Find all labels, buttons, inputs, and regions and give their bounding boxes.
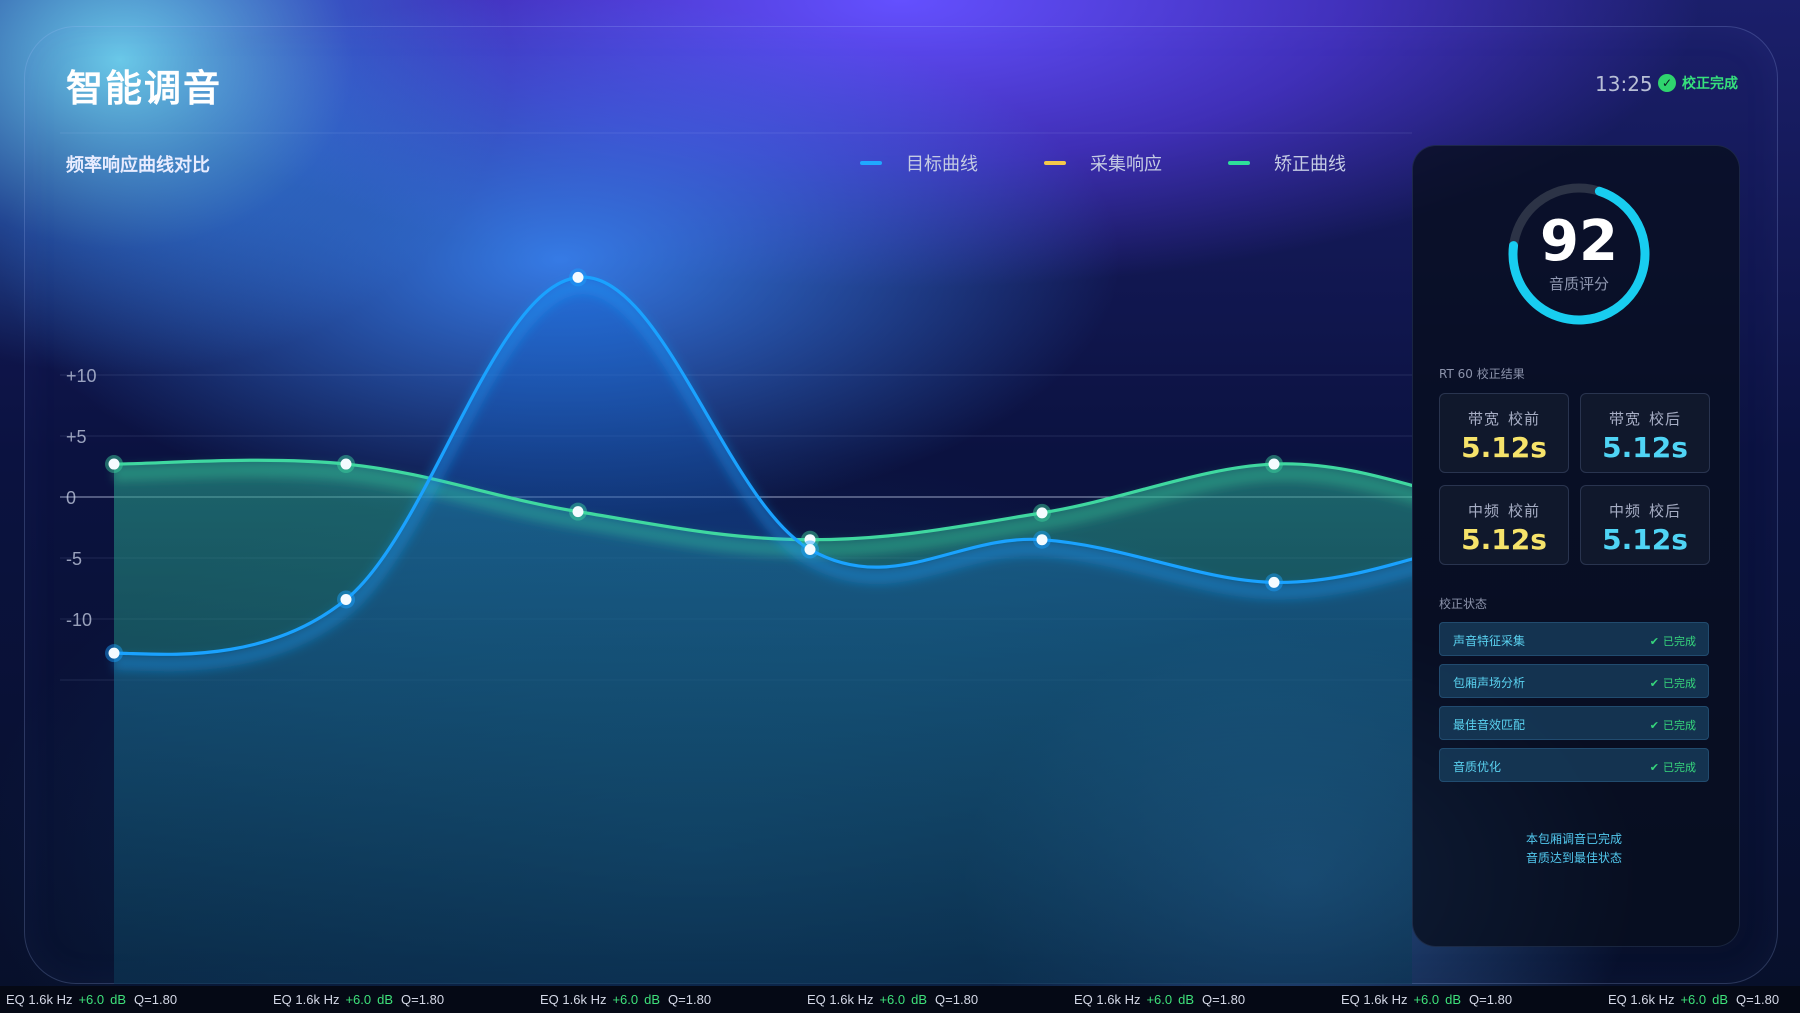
card-value: 5.12s xyxy=(1602,523,1688,556)
tuning-screen: 智能调音 13:25 ✓ 校正完成 频率响应曲线对比 目标曲线 采集响应 矫正曲… xyxy=(0,0,1800,1013)
ticker-q: Q=1.80 xyxy=(668,992,712,1007)
data-point xyxy=(340,458,352,470)
ticker-unit: dB xyxy=(1445,992,1462,1007)
ticker-eq: EQ 1.6k Hz xyxy=(6,992,73,1007)
ticker-item: EQ 1.6k Hz +6.0 dB Q=1.80 xyxy=(1341,992,1512,1007)
step-label: 声音特征采集 xyxy=(1453,634,1526,648)
check-icon: ✔ xyxy=(1649,760,1659,774)
completion-line-1: 本包厢调音已完成 xyxy=(1525,832,1622,846)
ticker-item: EQ 1.6k Hz +6.0 dB Q=1.80 xyxy=(540,992,711,1007)
step-label: 最佳音效匹配 xyxy=(1453,718,1526,732)
step-room-analysis[interactable]: 包厢声场分析 ✔ 已完成 xyxy=(1439,664,1709,698)
y-tick-label: -10 xyxy=(66,610,92,630)
data-point xyxy=(108,458,120,470)
step-label: 音质优化 xyxy=(1453,760,1502,774)
ticker-unit: dB xyxy=(377,992,394,1007)
data-point xyxy=(572,506,584,518)
data-point xyxy=(108,647,120,659)
check-icon: ✔ xyxy=(1649,634,1659,648)
ticker-gain: +6.0 xyxy=(612,992,639,1007)
ticker-unit: dB xyxy=(644,992,661,1007)
rt60-card-mid-before: 中频 校前 5.12s xyxy=(1439,485,1569,565)
calibration-title: 校正状态 xyxy=(1439,597,1488,611)
y-tick-label: 0 xyxy=(66,488,76,508)
rt60-title: RT 60 校正结果 xyxy=(1439,367,1525,381)
ticker-eq: EQ 1.6k Hz xyxy=(1074,992,1141,1007)
ticker-item: EQ 1.6k Hz +6.0 dB Q=1.80 xyxy=(1608,992,1779,1007)
card-value: 5.12s xyxy=(1461,431,1547,464)
step-quality-optimize[interactable]: 音质优化 ✔ 已完成 xyxy=(1439,748,1709,782)
ticker-gain: +6.0 xyxy=(78,992,105,1007)
card-label: 带宽 校后 xyxy=(1608,410,1682,428)
ticker-item: EQ 1.6k Hz +6.0 dB Q=1.80 xyxy=(6,992,177,1007)
card-label: 中频 校后 xyxy=(1608,502,1682,520)
data-point xyxy=(1268,576,1280,588)
ticker-gain: +6.0 xyxy=(1680,992,1707,1007)
result-panel: 92 音质评分 RT 60 校正结果 带宽 校前 5.12s 带宽 校后 5.12s… xyxy=(1412,145,1740,947)
step-status: ✔ 已完成 xyxy=(1649,676,1696,691)
ticker-eq: EQ 1.6k Hz xyxy=(1608,992,1675,1007)
step-label: 包厢声场分析 xyxy=(1453,676,1526,690)
ticker-q: Q=1.80 xyxy=(401,992,445,1007)
ticker-unit: dB xyxy=(110,992,127,1007)
step-status: ✔ 已完成 xyxy=(1649,760,1696,775)
data-point xyxy=(1268,458,1280,470)
eq-ticker: EQ 1.6k Hz +6.0 dB Q=1.80 EQ 1.6k Hz +6.0 dB Q=… xyxy=(0,986,1800,1013)
card-value: 5.12s xyxy=(1602,431,1688,464)
ticker-gain: +6.0 xyxy=(345,992,372,1007)
card-label: 带宽 校前 xyxy=(1467,410,1541,428)
ticker-q: Q=1.80 xyxy=(1469,992,1513,1007)
ticker-item: EQ 1.6k Hz +6.0 dB Q=1.80 xyxy=(273,992,444,1007)
completion-message: 本包厢调音已完成 音质达到最佳状态 xyxy=(1439,830,1709,868)
y-tick-label: +5 xyxy=(66,427,87,447)
data-point xyxy=(1036,507,1048,519)
data-point xyxy=(1036,534,1048,546)
step-status: ✔ 已完成 xyxy=(1649,718,1696,733)
ticker-gain: +6.0 xyxy=(879,992,906,1007)
data-point xyxy=(572,271,584,283)
ticker-q: Q=1.80 xyxy=(134,992,178,1007)
ticker-gain: +6.0 xyxy=(1146,992,1173,1007)
step-effect-match[interactable]: 最佳音效匹配 ✔ 已完成 xyxy=(1439,706,1709,740)
ticker-eq: EQ 1.6k Hz xyxy=(273,992,340,1007)
ticker-gain: +6.0 xyxy=(1413,992,1440,1007)
y-tick-label: +10 xyxy=(66,366,97,386)
ticker-eq: EQ 1.6k Hz xyxy=(540,992,607,1007)
ticker-q: Q=1.80 xyxy=(935,992,979,1007)
ticker-unit: dB xyxy=(911,992,928,1007)
ticker-item: EQ 1.6k Hz +6.0 dB Q=1.80 xyxy=(807,992,978,1007)
rt60-card-bandwidth-after: 带宽 校后 5.12s xyxy=(1580,393,1710,473)
rt60-card-mid-after: 中频 校后 5.12s xyxy=(1580,485,1710,565)
completion-line-2: 音质达到最佳状态 xyxy=(1525,851,1622,865)
card-value: 5.12s xyxy=(1461,523,1547,556)
data-point xyxy=(340,593,352,605)
ticker-q: Q=1.80 xyxy=(1736,992,1780,1007)
step-status: ✔ 已完成 xyxy=(1649,634,1696,649)
ticker-q: Q=1.80 xyxy=(1202,992,1246,1007)
score-value: 92 xyxy=(1540,209,1618,274)
rt60-card-bandwidth-before: 带宽 校前 5.12s xyxy=(1439,393,1569,473)
check-icon: ✔ xyxy=(1649,718,1659,732)
ticker-eq: EQ 1.6k Hz xyxy=(1341,992,1408,1007)
ticker-item: EQ 1.6k Hz +6.0 dB Q=1.80 xyxy=(1074,992,1245,1007)
check-icon: ✔ xyxy=(1649,676,1659,690)
step-sound-capture[interactable]: 声音特征采集 ✔ 已完成 xyxy=(1439,622,1709,656)
ticker-unit: dB xyxy=(1712,992,1729,1007)
y-tick-label: -5 xyxy=(66,549,82,569)
card-label: 中频 校前 xyxy=(1467,502,1541,520)
score-label: 音质评分 xyxy=(1548,275,1609,293)
ticker-unit: dB xyxy=(1178,992,1195,1007)
data-point xyxy=(804,543,816,555)
ticker-eq: EQ 1.6k Hz xyxy=(807,992,874,1007)
